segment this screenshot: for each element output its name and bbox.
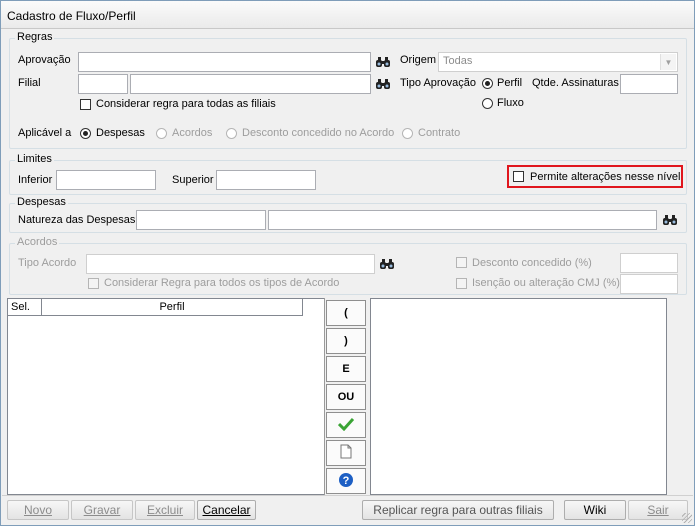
aplicavel-despesas-radio[interactable] xyxy=(80,128,91,139)
checkmark-icon xyxy=(337,417,355,434)
aplicavel-acordos-label: Acordos xyxy=(172,127,213,139)
close-paren-button[interactable]: ) xyxy=(326,328,366,354)
aplicavel-contrato-radio[interactable] xyxy=(402,128,413,139)
wiki-button[interactable]: Wiki xyxy=(564,500,626,520)
desconto-input[interactable] xyxy=(620,253,678,273)
isencao-checkbox[interactable] xyxy=(456,278,467,289)
excluir-button[interactable]: Excluir xyxy=(135,500,195,520)
help-button[interactable]: ? xyxy=(326,468,366,494)
open-paren-button[interactable]: ( xyxy=(326,300,366,326)
aplicavel-label: Aplicável a xyxy=(18,127,72,139)
document-icon xyxy=(340,444,352,462)
filial-name-input[interactable] xyxy=(130,74,371,94)
resize-grip[interactable] xyxy=(682,513,692,523)
desconto-checkbox[interactable] xyxy=(456,257,467,268)
aplicavel-contrato-label: Contrato xyxy=(418,127,461,139)
aprovacao-label: Aprovação xyxy=(18,54,71,66)
qtde-input[interactable] xyxy=(620,74,678,94)
aplicavel-acordos-radio[interactable] xyxy=(156,128,167,139)
col-sel-label: Sel. xyxy=(11,301,30,313)
novo-button[interactable]: Novo xyxy=(7,500,69,520)
considerar-filiais-label: Considerar regra para todas as filiais xyxy=(96,98,276,110)
svg-text:?: ? xyxy=(343,475,350,487)
perfil-grid[interactable]: Sel. Perfil xyxy=(7,298,324,495)
main-window: Cadastro de Fluxo/Perfil Regras Aprovaçã… xyxy=(0,0,695,526)
filial-search-icon[interactable] xyxy=(374,75,392,93)
or-button[interactable]: OU xyxy=(326,384,366,410)
isencao-input[interactable] xyxy=(620,274,678,294)
tipo-aprovacao-label: Tipo Aprovação xyxy=(400,77,477,89)
and-button[interactable]: E xyxy=(326,356,366,382)
aplicavel-desconto-label: Desconto concedido no Acordo xyxy=(242,127,395,139)
tipo-acordo-input[interactable] xyxy=(86,254,375,274)
aplicavel-despesas-label: Despesas xyxy=(96,127,145,139)
limites-title: Limites xyxy=(15,153,54,165)
origem-select[interactable]: Todas ▼ xyxy=(438,52,678,72)
gravar-button[interactable]: Gravar xyxy=(71,500,133,520)
qtde-label: Qtde. Assinaturas xyxy=(532,77,619,89)
col-perfil-label: Perfil xyxy=(159,301,185,313)
natureza-search-icon[interactable] xyxy=(661,211,679,229)
natureza-label: Natureza das Despesas xyxy=(18,214,136,226)
filial-code-input[interactable] xyxy=(78,74,128,94)
natureza-name-input[interactable] xyxy=(268,210,657,230)
superior-input[interactable] xyxy=(216,170,316,190)
acordos-title: Acordos xyxy=(15,236,60,248)
inferior-label: Inferior xyxy=(18,174,53,186)
fluxo-radio[interactable] xyxy=(482,98,493,109)
fluxo-radio-label: Fluxo xyxy=(497,97,524,109)
aprovacao-search-icon[interactable] xyxy=(374,53,392,71)
chevron-down-icon[interactable]: ▼ xyxy=(660,54,676,70)
desconto-label: Desconto concedido (%) xyxy=(472,257,592,269)
confirm-button[interactable] xyxy=(326,412,366,438)
aplicavel-desconto-radio[interactable] xyxy=(226,128,237,139)
origem-label: Origem xyxy=(400,54,437,66)
new-document-button[interactable] xyxy=(326,440,366,466)
sair-button[interactable]: Sair xyxy=(628,500,688,520)
regras-title: Regras xyxy=(15,31,55,43)
natureza-code-input[interactable] xyxy=(136,210,266,230)
filial-label: Filial xyxy=(18,77,41,89)
window-title: Cadastro de Fluxo/Perfil xyxy=(7,9,136,23)
perfil-radio[interactable] xyxy=(482,78,493,89)
aprovacao-input[interactable] xyxy=(78,52,371,72)
considerar-filiais-checkbox[interactable] xyxy=(80,99,91,110)
inferior-input[interactable] xyxy=(56,170,156,190)
col-header-sel[interactable]: Sel. xyxy=(8,299,42,316)
col-header-perfil[interactable]: Perfil xyxy=(42,299,303,316)
title-bar: Cadastro de Fluxo/Perfil xyxy=(1,1,694,29)
permite-alteracoes-label: Permite alterações nesse nível xyxy=(530,171,681,183)
expression-textarea[interactable] xyxy=(370,298,667,495)
considerar-tipos-label: Considerar Regra para todos os tipos de … xyxy=(104,277,340,289)
permite-alteracoes-checkbox[interactable] xyxy=(513,171,524,182)
considerar-tipos-checkbox[interactable] xyxy=(88,278,99,289)
origem-value: Todas xyxy=(443,55,473,67)
perfil-radio-label: Perfil xyxy=(497,77,523,89)
despesas-title: Despesas xyxy=(15,196,68,208)
replicar-button[interactable]: Replicar regra para outras filiais xyxy=(362,500,554,520)
tipo-acordo-search-icon[interactable] xyxy=(378,255,396,273)
cancelar-button[interactable]: Cancelar xyxy=(197,500,256,520)
tipo-acordo-label: Tipo Acordo xyxy=(18,257,77,269)
help-icon: ? xyxy=(338,472,354,491)
superior-label: Superior xyxy=(172,174,214,186)
isencao-label: Isenção ou alteração CMJ (%) xyxy=(472,277,620,289)
